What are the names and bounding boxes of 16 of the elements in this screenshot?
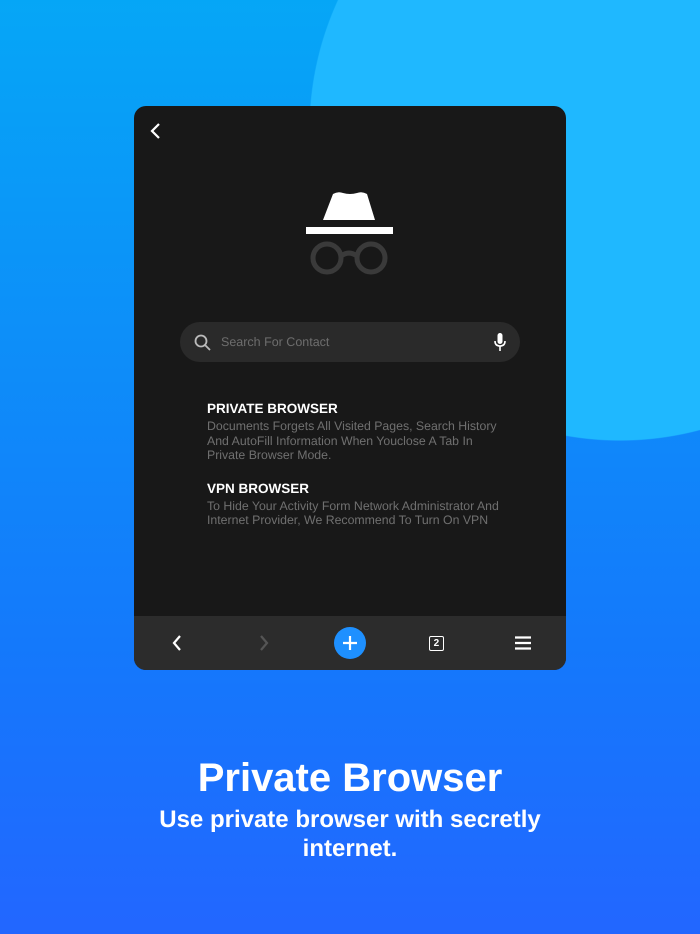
tab-count-button[interactable]: 2 <box>428 636 444 650</box>
plus-icon <box>342 636 357 650</box>
new-tab-button[interactable] <box>334 627 366 659</box>
microphone-icon[interactable] <box>494 333 506 351</box>
section-description: Documents Forgets All Visited Pages, Search History And AutoFill Information When Youclose A Tab In Private Browser Mode. <box>207 419 498 462</box>
menu-icon[interactable] <box>514 636 531 650</box>
search-bar[interactable]: Search For Contact <box>180 322 520 362</box>
section-title: VPN BROWSER <box>207 480 310 496</box>
incognito-icon <box>305 190 395 276</box>
section-title: PRIVATE BROWSER <box>207 401 339 416</box>
back-button[interactable] <box>172 635 182 651</box>
search-icon <box>194 334 211 350</box>
section-description: To Hide Your Activity Form Network Administrator And Internet Provider, We Recommend To Turn On VPN <box>207 498 500 528</box>
headline: Private Browser <box>198 755 502 801</box>
search-input[interactable]: Search For Contact <box>221 335 484 349</box>
subtitle: Use private browser with secretly internet. <box>158 805 542 863</box>
